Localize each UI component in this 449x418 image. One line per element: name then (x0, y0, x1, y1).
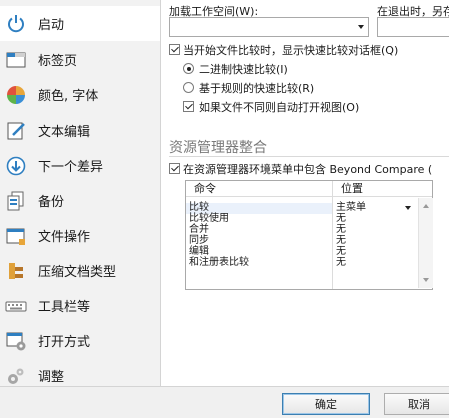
cancel-button[interactable]: 取消 (384, 393, 449, 415)
tab-window-icon (6, 52, 26, 67)
chevron-down-icon[interactable] (405, 206, 411, 210)
chevron-down-icon (358, 25, 364, 29)
sidebar-item-file-operations[interactable]: 文件操作 (0, 218, 160, 253)
sidebar-item-label: 启动 (38, 18, 65, 33)
table-row-command[interactable]: 编辑 (189, 246, 209, 258)
arrow-down-circle-icon (6, 156, 26, 175)
sidebar-item-archive-types[interactable]: 压缩文档类型 (0, 253, 160, 288)
column-divider (332, 181, 333, 289)
sidebar-item-label: 下一个差异 (38, 160, 104, 175)
table-scrollbar[interactable] (418, 198, 433, 288)
include-context-menu-checkbox[interactable] (169, 163, 180, 174)
table-row-command[interactable]: 比较 (189, 202, 209, 214)
table-row-command[interactable]: 和注册表比较 (189, 257, 249, 269)
sidebar-item-toolbars[interactable]: 工具栏等 (0, 288, 160, 323)
sidebar-item-open-with[interactable]: 打开方式 (0, 323, 160, 358)
gears-icon (8, 368, 24, 384)
include-context-menu-label: 在资源管理器环境菜单中包含 Beyond Compare ( (183, 163, 433, 176)
backup-files-icon (7, 191, 24, 210)
archive-clamp-icon (9, 262, 23, 279)
table-row-position[interactable]: 无 (336, 213, 346, 225)
dialog-footer: 确定 取消 (0, 386, 449, 418)
table-row-command[interactable]: 合并 (189, 224, 209, 236)
sidebar-item-label: 调整 (38, 370, 65, 385)
sidebar-item-backup[interactable]: 备份 (0, 183, 160, 218)
sidebar-item-label: 标签页 (38, 54, 78, 69)
table-row-position[interactable]: 无 (336, 235, 346, 247)
scroll-down-arrow-icon[interactable] (423, 278, 429, 282)
table-row-position[interactable]: 无 (336, 257, 346, 269)
load-workspace-dropdown[interactable] (169, 17, 369, 37)
section-divider (169, 156, 449, 157)
explorer-integration-title: 资源管理器整合 (169, 140, 267, 156)
show-quick-compare-checkbox[interactable] (169, 44, 180, 55)
column-header-position[interactable]: 位置 (333, 181, 432, 197)
sidebar-item-label: 压缩文档类型 (38, 265, 117, 280)
power-icon (8, 14, 24, 32)
on-exit-dropdown[interactable] (377, 17, 449, 37)
binary-quick-compare-label: 二进制快速比较(I) (199, 63, 288, 76)
sidebar-item-label: 工具栏等 (38, 300, 91, 315)
table-row-command[interactable]: 同步 (189, 235, 209, 247)
scroll-up-arrow-icon[interactable] (423, 204, 429, 208)
keyboard-icon (5, 301, 27, 311)
table-row-position[interactable]: 主菜单 (336, 202, 366, 214)
sidebar-item-label: 文件操作 (38, 230, 91, 245)
show-quick-compare-label: 当开始文件比较时，显示快速比较对话框(Q) (183, 44, 399, 57)
rules-quick-compare-label: 基于规则的快速比较(R) (199, 82, 315, 95)
table-row-position[interactable]: 无 (336, 224, 346, 236)
startup-options-panel: 加载工作空间(W): 在退出时，另存 当开始文件比较时，显示快速比较对话框(Q)… (161, 0, 449, 386)
sidebar-item-tabs[interactable]: 标签页 (0, 42, 160, 77)
sidebar-item-next-difference[interactable]: 下一个差异 (0, 148, 160, 183)
open-with-icon (6, 332, 26, 350)
ok-button[interactable]: 确定 (282, 393, 370, 415)
edit-pencil-icon (7, 122, 25, 139)
sidebar-item-label: 颜色, 字体 (38, 89, 99, 104)
options-sidebar: 启动 标签页 颜色, 字体 文本编辑 下一个差异 备份 文件操作 压缩文档类型 … (0, 0, 161, 386)
sidebar-item-text-editing[interactable]: 文本编辑 (0, 113, 160, 148)
sidebar-item-label: 文本编辑 (38, 125, 91, 140)
auto-open-view-label: 如果文件不同则自动打开视图(O) (199, 101, 360, 114)
color-palette-icon (7, 85, 25, 104)
column-header-command[interactable]: 命令 (186, 181, 332, 197)
file-window-icon (6, 228, 25, 245)
sidebar-item-label: 打开方式 (38, 335, 91, 350)
sidebar-item-label: 备份 (38, 195, 65, 210)
sidebar-item-colors-fonts[interactable]: 颜色, 字体 (0, 77, 160, 112)
auto-open-view-checkbox[interactable] (183, 101, 194, 112)
rules-quick-compare-radio[interactable] (183, 82, 194, 93)
binary-quick-compare-radio[interactable] (183, 63, 194, 74)
table-row-position[interactable]: 无 (336, 246, 346, 258)
context-menu-commands-table: 命令 位置 比较 主菜单 比较使用 无 合并 无 同步 无 编辑 无 和注册表比… (185, 180, 433, 290)
table-row-command[interactable]: 比较使用 (189, 213, 229, 225)
sidebar-item-startup[interactable]: 启动 (0, 6, 160, 41)
